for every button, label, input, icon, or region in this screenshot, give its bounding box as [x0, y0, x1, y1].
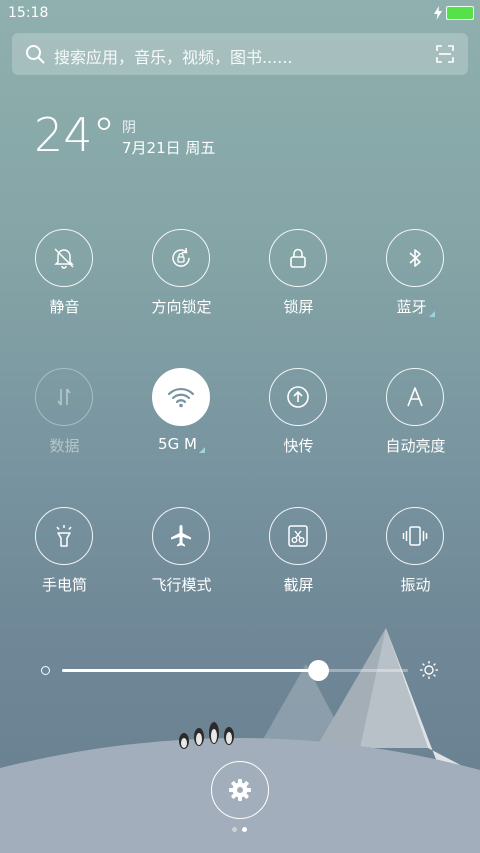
toggle-vibrate-circle[interactable] [386, 507, 444, 565]
wifi-icon [167, 387, 195, 408]
brightness-fill [62, 669, 319, 672]
weather-date: 7月21日 周五 [122, 139, 216, 157]
toggle-flashlight-label: 手电筒 [41, 576, 87, 594]
toggle-mobile-data[interactable]: 数据 [6, 368, 123, 468]
gear-icon [229, 779, 251, 801]
brightness-slider[interactable] [0, 650, 480, 690]
toggle-bluetooth-label: 蓝牙 [357, 296, 474, 317]
toggle-airplane[interactable]: 飞行模式 [123, 507, 240, 607]
airplane-icon [171, 525, 191, 547]
toggle-vibrate-label: 振动 [400, 576, 431, 594]
quick-transfer-icon [287, 386, 309, 408]
charging-icon [434, 6, 442, 20]
toggle-vibrate[interactable]: 振动 [357, 507, 474, 607]
toggle-auto-brightness[interactable]: 自动亮度 [357, 368, 474, 468]
bell-off-icon [54, 248, 74, 269]
toggle-silent[interactable]: 静音 [6, 229, 123, 329]
search-bar[interactable]: 搜索应用，音乐，视频，图书...... [12, 33, 468, 75]
toggle-wifi-label: 5G M [123, 435, 240, 453]
bluetooth-icon [409, 249, 421, 267]
search-icon [26, 45, 45, 64]
expand-triangle-icon[interactable] [428, 311, 435, 317]
auto-brightness-icon [407, 387, 423, 407]
toggle-mobile-data-label: 数据 [49, 437, 80, 455]
toggle-flashlight[interactable]: 手电筒 [6, 507, 123, 607]
toggle-screenshot-label: 截屏 [283, 576, 314, 594]
toggle-auto-brightness-label: 自动亮度 [385, 437, 446, 455]
toggle-quick-transfer[interactable]: 快传 [240, 368, 357, 468]
toggle-bluetooth-text: 蓝牙 [396, 298, 427, 316]
toggle-lock-screen[interactable]: 锁屏 [240, 229, 357, 329]
page-dot-active [242, 827, 247, 832]
toggle-bluetooth-circle[interactable] [386, 229, 444, 287]
toggle-silent-circle[interactable] [35, 229, 93, 287]
brightness-thumb[interactable] [308, 660, 330, 681]
status-bar: 15:18 [0, 0, 480, 26]
flashlight-icon [56, 525, 72, 547]
toggle-airplane-label: 飞行模式 [151, 576, 212, 594]
brightness-track[interactable] [62, 660, 408, 681]
toggle-airplane-circle[interactable] [152, 507, 210, 565]
status-indicators [434, 6, 474, 20]
status-time: 15:18 [8, 5, 49, 21]
toggle-quick-transfer-circle[interactable] [269, 368, 327, 426]
toggle-flashlight-circle[interactable] [35, 507, 93, 565]
toggle-bluetooth[interactable]: 蓝牙 [357, 229, 474, 329]
screenshot-icon [288, 525, 308, 547]
toggle-rotation-lock[interactable]: 方向锁定 [123, 229, 240, 329]
scan-icon[interactable] [436, 45, 454, 63]
weather-temperature[interactable]: 24° [34, 108, 116, 162]
settings-button[interactable] [211, 761, 269, 819]
page-indicator [232, 827, 247, 832]
toggle-screenshot[interactable]: 截屏 [240, 507, 357, 607]
toggle-mobile-data-circle[interactable] [35, 368, 93, 426]
brightness-high-icon [420, 661, 438, 679]
expand-triangle-icon[interactable] [198, 447, 205, 453]
toggle-screenshot-circle[interactable] [269, 507, 327, 565]
toggle-rotation-lock-label: 方向锁定 [151, 298, 212, 316]
toggle-wifi-text: 5G M [158, 435, 197, 453]
toggle-wifi[interactable]: 5G M [123, 368, 240, 468]
rotation-lock-icon [172, 247, 190, 267]
page-dot [232, 827, 237, 832]
toggle-lock-screen-label: 锁屏 [283, 298, 314, 316]
brightness-low-icon [41, 666, 50, 675]
toggle-rotation-lock-circle[interactable] [152, 229, 210, 287]
vibrate-icon [402, 526, 428, 546]
toggle-lock-screen-circle[interactable] [269, 229, 327, 287]
weather-condition: 阴 [122, 120, 136, 136]
toggle-auto-brightness-circle[interactable] [386, 368, 444, 426]
toggle-wifi-circle[interactable] [152, 368, 210, 426]
toggle-quick-transfer-label: 快传 [283, 437, 314, 455]
lock-icon [290, 248, 306, 268]
battery-icon [446, 6, 474, 20]
data-arrows-icon [57, 388, 71, 406]
toggle-silent-label: 静音 [49, 298, 80, 316]
search-placeholder: 搜索应用，音乐，视频，图书...... [54, 48, 293, 67]
